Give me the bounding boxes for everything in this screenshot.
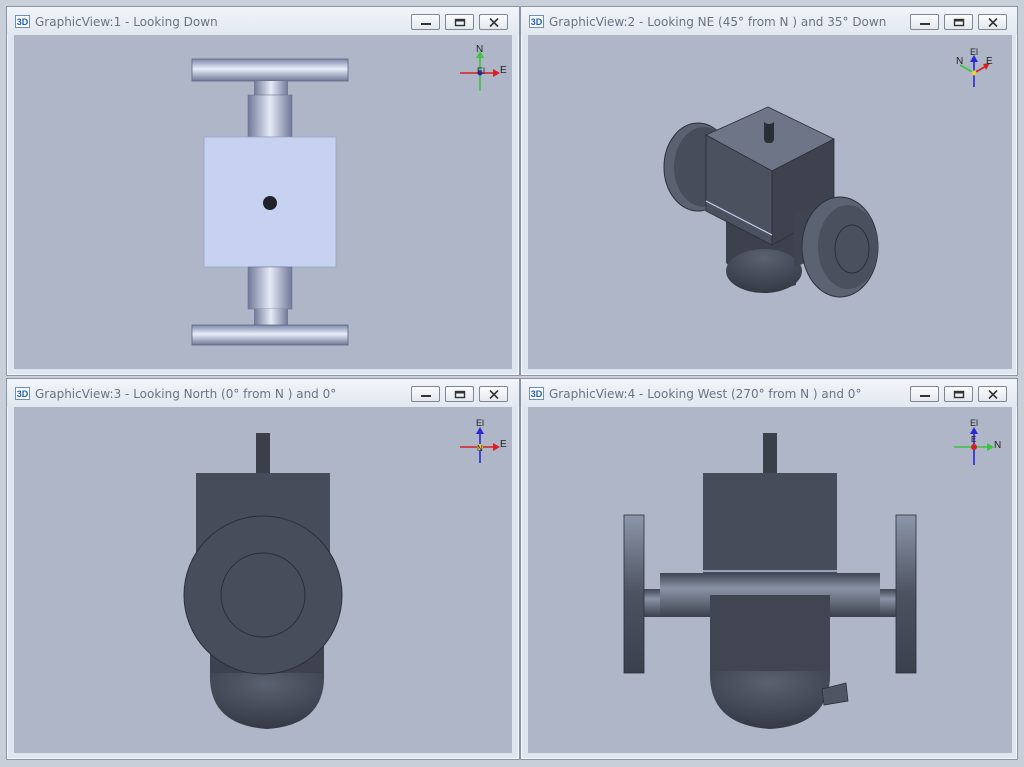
compass-e-label: E [971, 435, 976, 444]
minimize-button[interactable] [411, 386, 440, 402]
app-3d-icon: 3D [15, 15, 30, 28]
close-button[interactable] [479, 14, 508, 30]
axis-triad-icon [954, 427, 994, 465]
compass-n-label: N [477, 444, 483, 453]
compass-el-label: El [970, 47, 978, 57]
compass-e-label: E [500, 439, 507, 450]
close-button[interactable] [479, 386, 508, 402]
graphic-view-2-viewport[interactable]: N E El [528, 35, 1012, 369]
close-icon [489, 18, 499, 27]
restore-button[interactable] [445, 386, 474, 402]
graphic-view-3-titlebar[interactable]: 3D GraphicView:3 - Looking North (0° fro… [7, 379, 519, 407]
compass-e-label: E [986, 56, 993, 67]
compass-triad: El N E [954, 418, 1001, 465]
restore-button[interactable] [445, 14, 474, 30]
graphic-view-4-viewport[interactable]: El N E [528, 407, 1012, 753]
restore-icon [953, 390, 965, 399]
window-title: GraphicView:3 - Looking North (0° from N… [35, 387, 337, 401]
app-3d-icon: 3D [529, 15, 544, 28]
graphic-view-4-window[interactable]: 3D GraphicView:4 - Looking West (270° fr… [520, 378, 1018, 760]
close-icon [489, 390, 499, 399]
graphic-view-1-window[interactable]: 3D GraphicView:1 - Looking Down N E El [6, 6, 520, 376]
window-title: GraphicView:4 - Looking West (270° from … [549, 387, 862, 401]
compass-n-label: N [956, 56, 963, 67]
compass-triad: El E N [460, 418, 507, 463]
close-icon [988, 390, 998, 399]
restore-icon [953, 18, 965, 27]
graphic-view-1-viewport[interactable]: N E El [14, 35, 512, 369]
minimize-icon [920, 395, 930, 397]
close-icon [988, 18, 998, 27]
graphic-view-2-window[interactable]: 3D GraphicView:2 - Looking NE (45° from … [520, 6, 1018, 376]
minimize-icon [421, 23, 431, 25]
compass-e-label: E [500, 65, 507, 76]
restore-icon [454, 390, 466, 399]
minimize-button[interactable] [411, 14, 440, 30]
compass-n-label: N [476, 44, 483, 55]
compass-triad: N E El [460, 44, 507, 91]
compass-el-label: El [476, 418, 484, 428]
minimize-icon [421, 395, 431, 397]
minimize-button[interactable] [910, 14, 939, 30]
graphic-view-2-titlebar[interactable]: 3D GraphicView:2 - Looking NE (45° from … [521, 7, 1017, 35]
compass-el-label: El [970, 418, 978, 428]
compass-triad: N E El [956, 47, 993, 87]
minimize-button[interactable] [910, 386, 939, 402]
window-title: GraphicView:2 - Looking NE (45° from N )… [549, 15, 887, 29]
close-button[interactable] [978, 386, 1007, 402]
compass-n-label: N [994, 440, 1001, 451]
window-title: GraphicView:1 - Looking Down [35, 15, 218, 29]
minimize-icon [920, 23, 930, 25]
graphic-view-1-titlebar[interactable]: 3D GraphicView:1 - Looking Down [7, 7, 519, 35]
app-3d-icon: 3D [529, 387, 544, 400]
restore-icon [454, 18, 466, 27]
restore-button[interactable] [944, 14, 973, 30]
compass-el-label: El [477, 66, 485, 76]
restore-button[interactable] [944, 386, 973, 402]
graphic-view-3-window[interactable]: 3D GraphicView:3 - Looking North (0° fro… [6, 378, 520, 760]
close-button[interactable] [978, 14, 1007, 30]
app-3d-icon: 3D [15, 387, 30, 400]
graphic-view-4-titlebar[interactable]: 3D GraphicView:4 - Looking West (270° fr… [521, 379, 1017, 407]
graphic-view-3-viewport[interactable]: El E N [14, 407, 512, 753]
